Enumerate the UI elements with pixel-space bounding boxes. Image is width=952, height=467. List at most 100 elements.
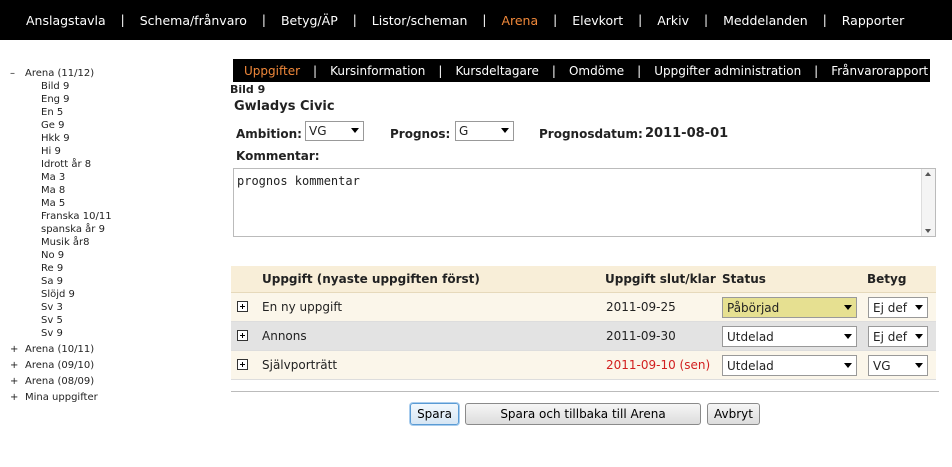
nav-item-8[interactable]: Rapporter [842, 13, 904, 28]
tree-group-label[interactable]: Mina uppgifter [25, 391, 98, 404]
tree-item[interactable]: En 5 [41, 106, 112, 119]
tree-group[interactable]: + Arena (10/11) [10, 343, 112, 356]
tree-item[interactable]: Sv 5 [41, 314, 112, 327]
prognos-select[interactable]: G [455, 121, 514, 141]
nav-separator: | [822, 13, 827, 27]
tree-item[interactable]: Musik år8 [41, 236, 112, 249]
nav-item-label: Rapporter [841, 12, 905, 28]
grade-select[interactable]: Ej def [868, 297, 928, 318]
expand-icon[interactable] [237, 359, 248, 370]
chevron-down-icon [351, 128, 359, 133]
tree-item[interactable]: Eng 9 [41, 93, 112, 106]
scroll-up-icon[interactable] [925, 172, 931, 176]
kommentar-textarea[interactable]: prognos kommentar [233, 168, 936, 237]
save-and-back-button[interactable]: Spara och tillbaka till Arena [465, 403, 701, 425]
task-date: 2011-09-30 [606, 329, 676, 343]
chevron-down-icon [844, 334, 852, 339]
tree-item[interactable]: Sv 3 [41, 301, 112, 314]
nav-item-5[interactable]: Elevkort | [572, 13, 657, 28]
tree-group[interactable]: + Mina uppgifter [10, 391, 112, 404]
header-task: Uppgift (nyaste uppgiften först) [262, 272, 480, 286]
expand-icon[interactable] [237, 301, 248, 312]
tree-item[interactable]: Ma 3 [41, 171, 112, 184]
ambition-label: Ambition: [236, 127, 302, 141]
nav-item-0[interactable]: Anslagstavla | [26, 13, 140, 28]
ambition-select[interactable]: VG [305, 121, 364, 141]
tree-item[interactable]: Ma 8 [41, 184, 112, 197]
nav-item-2[interactable]: Betyg/ÄP | [281, 13, 372, 28]
nav-separator: | [482, 13, 487, 27]
table-body: En ny uppgift 2011-09-25 Påbörjad Ej def Ann… [231, 293, 936, 380]
expand-icon[interactable]: + [10, 391, 25, 404]
nav-item-label: Betyg/ÄP [280, 12, 338, 28]
tree-item[interactable]: Slöjd 9 [41, 288, 112, 301]
tree-item[interactable]: No 9 [41, 249, 112, 262]
tree-item[interactable]: spanska år 9 [41, 223, 112, 236]
tab-label: Kursdeltagare [455, 63, 539, 78]
tree-item[interactable]: Franska 10/11 [41, 210, 112, 223]
tree-item[interactable]: Ma 5 [41, 197, 112, 210]
nav-item-4[interactable]: Arena | [501, 13, 572, 28]
tree-group-label[interactable]: Arena (08/09) [25, 375, 94, 388]
tree-group[interactable]: + Arena (09/10) [10, 359, 112, 372]
save-button[interactable]: Spara [410, 403, 459, 425]
nav-item-label: Elevkort [572, 12, 624, 28]
status-value: Utdelad [727, 358, 774, 373]
nav-separator: | [261, 13, 266, 27]
tree-item[interactable]: Hi 9 [41, 145, 112, 158]
chevron-down-icon [915, 363, 923, 368]
tree-item[interactable]: Ge 9 [41, 119, 112, 132]
tab-separator: | [637, 63, 642, 78]
tree-item[interactable]: Hkk 9 [41, 132, 112, 145]
sub-nav-list: Uppgifter | Kursinformation | Kursdeltagare |… [233, 59, 930, 82]
tree-children: Bild 9 Eng 9 En 5 Ge 9 Hkk 9 Hi 9 Idrott år 8M… [10, 80, 112, 340]
tree-item[interactable]: Sv 9 [41, 327, 112, 340]
tree-item[interactable]: Re 9 [41, 262, 112, 275]
tab-4[interactable]: Uppgifter administration | [654, 64, 831, 78]
cancel-button[interactable]: Avbryt [707, 403, 760, 425]
tab-5[interactable]: Frånvarorapport [831, 64, 928, 78]
tree-item[interactable]: Sa 9 [41, 275, 112, 288]
tab-separator: | [551, 63, 556, 78]
tree-group[interactable]: – Arena (11/12) [10, 67, 112, 80]
tree-item[interactable]: Idrott år 8 [41, 158, 112, 171]
nav-item-1[interactable]: Schema/frånvaro | [140, 13, 281, 28]
sidebar-tree: – Arena (11/12) Bild 9 Eng 9 En 5 Ge 9 Hkk 9 Hi… [10, 67, 112, 404]
task-name: Annons [262, 329, 307, 343]
grade-select[interactable]: Ej def [868, 326, 928, 347]
grade-select[interactable]: VG [868, 355, 928, 376]
grade-value: Ej def [873, 329, 907, 344]
expand-icon[interactable]: + [10, 359, 25, 372]
nav-item-label: Arena [501, 12, 539, 28]
header-grade: Betyg [867, 272, 907, 286]
nav-item-label: Anslagstavla [26, 12, 106, 28]
status-value: Påbörjad [727, 300, 780, 315]
top-nav-list: Anslagstavla | Schema/frånvaro | Betyg/ÄP | Li… [0, 0, 952, 40]
tree-item[interactable]: Bild 9 [41, 80, 112, 93]
tab-0[interactable]: Uppgifter | [244, 64, 330, 78]
textarea-scrollbar[interactable] [921, 169, 935, 236]
table-row: Annons 2011-09-30 Utdelad Ej def [231, 322, 936, 351]
tree-group-label[interactable]: Arena (10/11) [25, 343, 94, 356]
tab-1[interactable]: Kursinformation | [330, 64, 455, 78]
tree-group[interactable]: + Arena (08/09) [10, 375, 112, 388]
expand-icon[interactable]: + [10, 375, 25, 388]
collapse-icon[interactable]: – [10, 67, 25, 80]
expand-icon[interactable] [237, 330, 248, 341]
status-select[interactable]: Påbörjad [722, 297, 857, 318]
nav-item-6[interactable]: Arkiv | [657, 13, 723, 28]
tree-group-label[interactable]: Arena (11/12) [25, 67, 94, 80]
nav-separator: | [704, 13, 709, 27]
nav-separator: | [352, 13, 357, 27]
scroll-down-icon[interactable] [925, 229, 931, 233]
nav-item-7[interactable]: Meddelanden | [723, 13, 842, 28]
tree-group-label[interactable]: Arena (09/10) [25, 359, 94, 372]
tab-2[interactable]: Kursdeltagare | [455, 64, 569, 78]
expand-icon[interactable]: + [10, 343, 25, 356]
status-select[interactable]: Utdelad [722, 355, 857, 376]
status-select[interactable]: Utdelad [722, 326, 857, 347]
tab-label: Uppgifter [244, 63, 301, 78]
nav-item-3[interactable]: Listor/scheman | [372, 13, 502, 28]
tab-3[interactable]: Omdöme | [569, 64, 654, 78]
sub-navigation: Uppgifter | Kursinformation | Kursdeltagare |… [233, 59, 930, 82]
